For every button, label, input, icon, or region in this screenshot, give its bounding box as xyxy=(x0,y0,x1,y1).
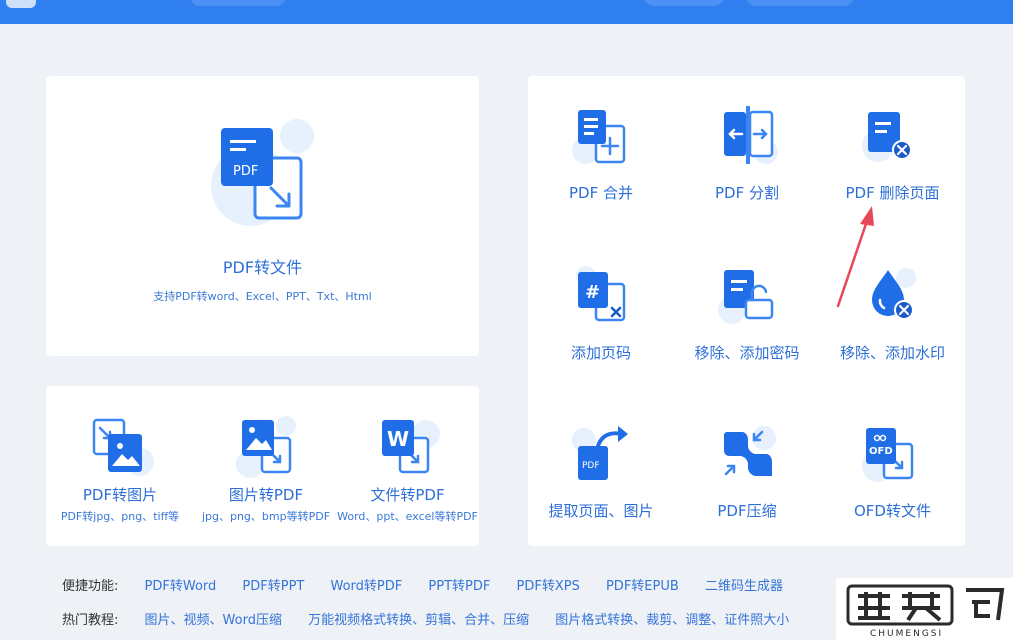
quick-link[interactable]: PDF转Word xyxy=(145,575,217,594)
extract-pages-tool[interactable]: PDF 提取页面、图片 xyxy=(528,390,674,546)
top-header-bar xyxy=(0,0,1013,24)
pdf-tools-card: PDF 合并 PDF 分割 PDF 删除页面 # 添加页码 移除、添加密码 移除… xyxy=(528,76,965,546)
quick-functions-heading: 便捷功能: xyxy=(62,579,119,594)
pdf-delete-pages-icon xyxy=(862,106,922,166)
tutorial-link[interactable]: 图片、视频、Word压缩 xyxy=(145,609,282,628)
image-to-pdf-tool[interactable]: 图片转PDF jpg、png、bmp等转PDF xyxy=(192,386,340,546)
watermark-logo: CHUMENGSI xyxy=(846,584,1005,639)
hash-glyph: # xyxy=(585,282,600,303)
add-page-numbers-label: 添加页码 xyxy=(570,344,631,362)
pdf-split-tool[interactable]: PDF 分割 xyxy=(674,76,820,232)
corner-watermark: CHUMENGSI xyxy=(836,578,1013,640)
quick-link[interactable]: PDF转EPUB xyxy=(606,575,679,594)
extract-pages-label: 提取页面、图片 xyxy=(548,502,654,520)
password-lock-icon xyxy=(718,266,778,326)
extract-pages-icon: PDF xyxy=(572,424,632,484)
quick-link[interactable]: PDF转PPT xyxy=(242,575,304,594)
file-to-pdf-icon: W xyxy=(378,416,442,480)
pdf-to-image-title: PDF转图片 xyxy=(82,486,158,504)
tutorials-row: 热门教程: 图片、视频、Word压缩 万能视频格式转换、剪辑、合并、压缩 图片格… xyxy=(62,609,811,628)
pdf-badge-text: PDF xyxy=(233,164,258,179)
add-page-numbers-icon: # xyxy=(572,266,632,326)
pdf-to-file-icon: PDF xyxy=(211,116,321,228)
pdf-merge-label: PDF 合并 xyxy=(569,184,633,202)
image-to-pdf-icon xyxy=(236,416,300,480)
pdf-to-file-desc: 支持PDF转word、Excel、PPT、Txt、Html xyxy=(153,290,372,303)
tutorial-link[interactable]: 万能视频格式转换、剪辑、合并、压缩 xyxy=(308,609,529,628)
ofd-badge-text: OFD xyxy=(869,446,893,457)
pdf-to-image-tool[interactable]: PDF转图片 PDF转jpg、png、tiff等 xyxy=(46,386,194,546)
quick-link[interactable]: PDF转XPS xyxy=(517,575,580,594)
header-button-faint[interactable] xyxy=(644,0,724,6)
pdf-to-image-desc: PDF转jpg、png、tiff等 xyxy=(60,510,180,523)
pdf-compress-label: PDF压缩 xyxy=(717,502,777,520)
pdf-to-file-card[interactable]: PDF PDF转文件 支持PDF转word、Excel、PPT、Txt、Html xyxy=(46,76,479,356)
pdf-compress-tool[interactable]: PDF压缩 xyxy=(674,390,820,546)
image-to-pdf-desc: jpg、png、bmp等转PDF xyxy=(201,510,331,523)
quick-link[interactable]: Word转PDF xyxy=(331,575,403,594)
file-to-pdf-title: 文件转PDF xyxy=(370,486,445,504)
password-tool[interactable]: 移除、添加密码 xyxy=(674,232,820,390)
header-tab-faint[interactable] xyxy=(190,0,286,6)
pdf-merge-icon xyxy=(572,106,632,166)
pdf-to-file-title: PDF转文件 xyxy=(222,258,303,277)
converters-card: PDF转图片 PDF转jpg、png、tiff等 图片转PDF jpg、png、… xyxy=(46,386,479,546)
app-logo xyxy=(6,0,36,8)
ofd-to-file-tool[interactable]: OFD OFD转文件 xyxy=(820,390,965,546)
extract-pdf-badge: PDF xyxy=(582,461,600,471)
tutorial-link[interactable]: 图片格式转换、裁剪、调整、证件照大小 xyxy=(555,609,789,628)
quick-link[interactable]: 二维码生成器 xyxy=(705,575,783,594)
ofd-to-file-label: OFD转文件 xyxy=(854,502,931,520)
pdf-merge-tool[interactable]: PDF 合并 xyxy=(528,76,674,232)
watermark-label: 移除、添加水印 xyxy=(839,344,945,362)
annotation-arrow xyxy=(836,206,874,308)
pdf-to-image-icon xyxy=(90,416,154,480)
watermark-brand: CHUMENGSI xyxy=(870,629,943,639)
image-to-pdf-title: 图片转PDF xyxy=(228,486,304,504)
file-to-pdf-tool[interactable]: W 文件转PDF Word、ppt、excel等转PDF xyxy=(336,386,479,546)
password-label: 移除、添加密码 xyxy=(694,344,800,362)
ofd-icon: OFD xyxy=(862,424,922,484)
header-button-faint[interactable] xyxy=(746,0,854,6)
tutorials-heading: 热门教程: xyxy=(62,613,119,628)
quick-link[interactable]: PPT转PDF xyxy=(428,575,490,594)
add-page-numbers-tool[interactable]: # 添加页码 xyxy=(528,232,674,390)
file-to-pdf-desc: Word、ppt、excel等转PDF xyxy=(337,510,478,523)
quick-functions-row: 便捷功能: PDF转Word PDF转PPT Word转PDF PPT转PDF … xyxy=(62,575,805,594)
pdf-split-label: PDF 分割 xyxy=(715,184,779,202)
compress-icon xyxy=(718,424,778,484)
word-badge-text: W xyxy=(387,427,409,451)
pdf-split-icon xyxy=(718,106,778,166)
